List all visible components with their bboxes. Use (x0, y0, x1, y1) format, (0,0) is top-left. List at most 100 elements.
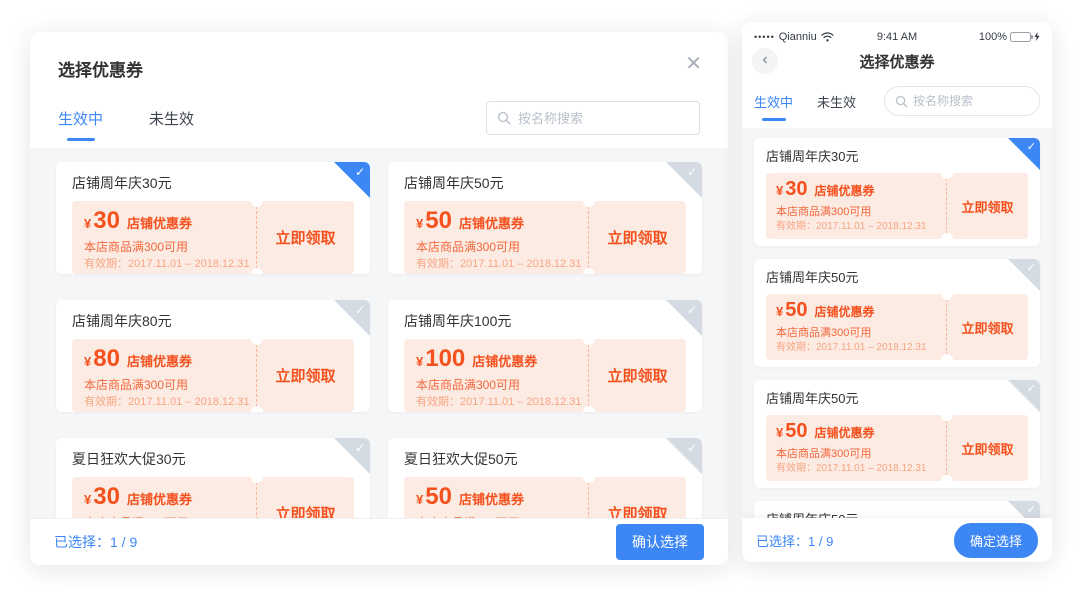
search-icon (895, 95, 908, 108)
coupon-card[interactable]: 店铺周年庆30元 ✓ ¥ 30 店铺优惠券 本店商品满300可用 有效期：201… (754, 138, 1040, 246)
coupon-card[interactable]: 店铺周年庆100元 ✓ ¥ 100 店铺优惠券 本店商品满300可用 有效期：2… (388, 300, 702, 412)
coupon-ticket: ¥ 50 店铺优惠券 本店商品满300可用 有效期：2017.11.01 – 2… (766, 415, 1028, 481)
check-icon: ✓ (355, 303, 365, 317)
mobile-nav-bar: ‹ 选择优惠券 (742, 44, 1052, 78)
currency-symbol: ¥ (84, 348, 91, 376)
mobile-page-title: 选择优惠券 (742, 51, 1052, 72)
claim-now-button[interactable]: 立即领取 (946, 173, 1028, 239)
claim-now-button[interactable]: 立即领取 (946, 294, 1028, 360)
modal-footer: 已选择：1 / 9 确认选择 (30, 519, 728, 565)
coupon-price-row: ¥ 80 店铺优惠券 (84, 345, 244, 376)
coupon-validity: 有效期：2017.11.01 – 2018.12.31 (416, 256, 576, 272)
coupon-ticket: ¥ 30 店铺优惠券 本店商品满300可用 有效期：2017.11.01 – 2… (766, 173, 1028, 239)
coupon-ticket: ¥ 100 店铺优惠券 本店商品满300可用 有效期：2017.11.01 – … (404, 339, 686, 412)
coupon-amount: 30 (785, 177, 807, 202)
coupon-ticket: ¥ 30 店铺优惠券 本店商品满300可用 有效期：2017.11.01 – 2… (72, 477, 354, 519)
coupon-select-modal: 选择优惠券 ✕ 生效中 未生效 店铺周年庆30元 ✓ ¥ 30 (30, 32, 728, 565)
coupon-validity: 有效期：2017.11.01 – 2018.12.31 (776, 462, 936, 476)
mobile-tab-inactive-coupons[interactable]: 未生效 (817, 92, 856, 111)
coupon-amount: 50 (785, 298, 807, 323)
back-button[interactable]: ‹ (752, 48, 778, 74)
claim-now-button[interactable]: 立即领取 (946, 415, 1028, 481)
coupon-card[interactable]: 店铺周年庆80元 ✓ ¥ 80 店铺优惠券 本店商品满300可用 有效期：201… (56, 300, 370, 412)
coupon-card[interactable]: 夏日狂欢大促50元 ✓ ¥ 50 店铺优惠券 本店商品满300可用 有效期：20… (388, 438, 702, 519)
tab-active-coupons[interactable]: 生效中 (58, 108, 103, 129)
battery-icon (1010, 32, 1031, 42)
search-box[interactable] (486, 101, 700, 135)
coupon-card[interactable]: 店铺周年庆50元 ✓ ¥ 50 店铺优惠券 本店商品满300可用 有效期：201… (388, 162, 702, 274)
coupon-card-title: 店铺周年庆30元 (766, 148, 1028, 166)
check-icon: ✓ (1027, 140, 1036, 154)
selected-count: 已选择：1 / 9 (54, 532, 137, 552)
modal-header: 选择优惠券 ✕ (30, 32, 728, 81)
check-icon: ✓ (1027, 261, 1036, 275)
coupon-ticket-info: ¥ 80 店铺优惠券 本店商品满300可用 有效期：2017.11.01 – 2… (72, 339, 256, 412)
coupon-card[interactable]: 夏日狂欢大促30元 ✓ ¥ 30 店铺优惠券 本店商品满300可用 有效期：20… (56, 438, 370, 519)
coupon-amount: 50 (785, 419, 807, 444)
coupon-validity: 有效期：2017.11.01 – 2018.12.31 (84, 394, 244, 410)
claim-now-button[interactable]: 立即领取 (588, 339, 686, 412)
search-icon (497, 111, 511, 125)
coupon-ticket: ¥ 50 店铺优惠券 本店商品满300可用 有效期：2017.11.01 – 2… (766, 294, 1028, 360)
coupon-ticket-info: ¥ 50 店铺优惠券 本店商品满300可用 有效期：2017.11.01 – 2… (766, 294, 946, 360)
mobile-confirm-selection-button[interactable]: 确定选择 (954, 523, 1038, 558)
coupon-price-row: ¥ 50 店铺优惠券 (776, 298, 936, 325)
coupon-condition: 本店商品满300可用 (84, 238, 244, 256)
coupon-name: 店铺优惠券 (459, 486, 524, 514)
currency-symbol: ¥ (776, 299, 783, 324)
claim-now-button[interactable]: 立即领取 (256, 201, 354, 274)
coupon-ticket-info: ¥ 50 店铺优惠券 本店商品满300可用 有效期：2017.11.01 – 2… (404, 477, 588, 519)
coupon-card[interactable]: 店铺周年庆50元 ✓ ¥ 50 店铺优惠券 本店商品满300可用 有效期：201… (754, 259, 1040, 367)
coupon-name: 店铺优惠券 (459, 210, 524, 238)
check-icon: ✓ (687, 303, 697, 317)
coupon-amount: 30 (93, 207, 120, 235)
coupon-name: 店铺优惠券 (472, 348, 537, 376)
coupon-price-row: ¥ 100 店铺优惠券 (416, 345, 576, 376)
coupon-card-title: 店铺周年庆100元 (404, 312, 686, 331)
coupon-ticket-info: ¥ 30 店铺优惠券 本店商品满300可用 有效期：2017.11.01 – 2… (72, 477, 256, 519)
mobile-selected-count: 已选择：1 / 9 (756, 531, 833, 550)
coupon-amount: 30 (93, 483, 120, 511)
coupon-name: 店铺优惠券 (814, 179, 874, 204)
coupon-card[interactable]: 店铺周年庆50元 ✓ ¥ 50 店铺优惠券 本店商品满300可用 有效期：201… (754, 501, 1040, 518)
modal-title: 选择优惠券 (58, 56, 700, 81)
check-icon: ✓ (355, 441, 365, 455)
status-time: 9:41 AM (850, 31, 944, 43)
coupon-card-title: 店铺周年庆50元 (404, 174, 686, 193)
currency-symbol: ¥ (416, 210, 423, 238)
coupon-validity: 有效期：2017.11.01 – 2018.12.31 (84, 256, 244, 272)
currency-symbol: ¥ (84, 486, 91, 514)
coupon-ticket: ¥ 30 店铺优惠券 本店商品满300可用 有效期：2017.11.01 – 2… (72, 201, 354, 274)
confirm-selection-button[interactable]: 确认选择 (616, 524, 704, 560)
coupon-card[interactable]: 店铺周年庆30元 ✓ ¥ 30 店铺优惠券 本店商品满300可用 有效期：201… (56, 162, 370, 274)
claim-now-button[interactable]: 立即领取 (588, 201, 686, 274)
wifi-icon (821, 32, 834, 42)
coupon-ticket-info: ¥ 30 店铺优惠券 本店商品满300可用 有效期：2017.11.01 – 2… (766, 173, 946, 239)
coupon-name: 店铺优惠券 (127, 348, 192, 376)
coupon-name: 店铺优惠券 (814, 421, 874, 446)
check-icon: ✓ (1027, 382, 1036, 396)
currency-symbol: ¥ (776, 420, 783, 445)
chevron-left-icon: ‹ (762, 52, 767, 68)
coupon-ticket-info: ¥ 50 店铺优惠券 本店商品满300可用 有效期：2017.11.01 – 2… (766, 415, 946, 481)
coupon-condition: 本店商品满300可用 (776, 204, 936, 220)
mobile-tab-active-coupons[interactable]: 生效中 (754, 92, 793, 111)
mobile-tab-bar: 生效中 未生效 (742, 78, 1052, 128)
coupon-ticket: ¥ 50 店铺优惠券 本店商品满300可用 有效期：2017.11.01 – 2… (404, 477, 686, 519)
coupon-card[interactable]: 店铺周年庆50元 ✓ ¥ 50 店铺优惠券 本店商品满300可用 有效期：201… (754, 380, 1040, 488)
close-icon[interactable]: ✕ (685, 54, 702, 74)
coupon-condition: 本店商品满300可用 (416, 238, 576, 256)
mobile-search-input[interactable] (913, 94, 1029, 108)
coupon-validity: 有效期：2017.11.01 – 2018.12.31 (416, 394, 576, 410)
search-input[interactable] (518, 111, 689, 126)
tab-inactive-coupons[interactable]: 未生效 (149, 108, 194, 129)
mobile-search-box[interactable] (884, 86, 1040, 116)
coupon-card-title: 夏日狂欢大促30元 (72, 450, 354, 469)
claim-now-button[interactable]: 立即领取 (588, 477, 686, 519)
claim-now-button[interactable]: 立即领取 (256, 477, 354, 519)
coupon-card-title: 店铺周年庆50元 (766, 390, 1028, 408)
currency-symbol: ¥ (416, 348, 423, 376)
claim-now-button[interactable]: 立即领取 (256, 339, 354, 412)
coupon-card-title: 店铺周年庆80元 (72, 312, 354, 331)
coupon-card-title: 店铺周年庆50元 (766, 511, 1028, 518)
